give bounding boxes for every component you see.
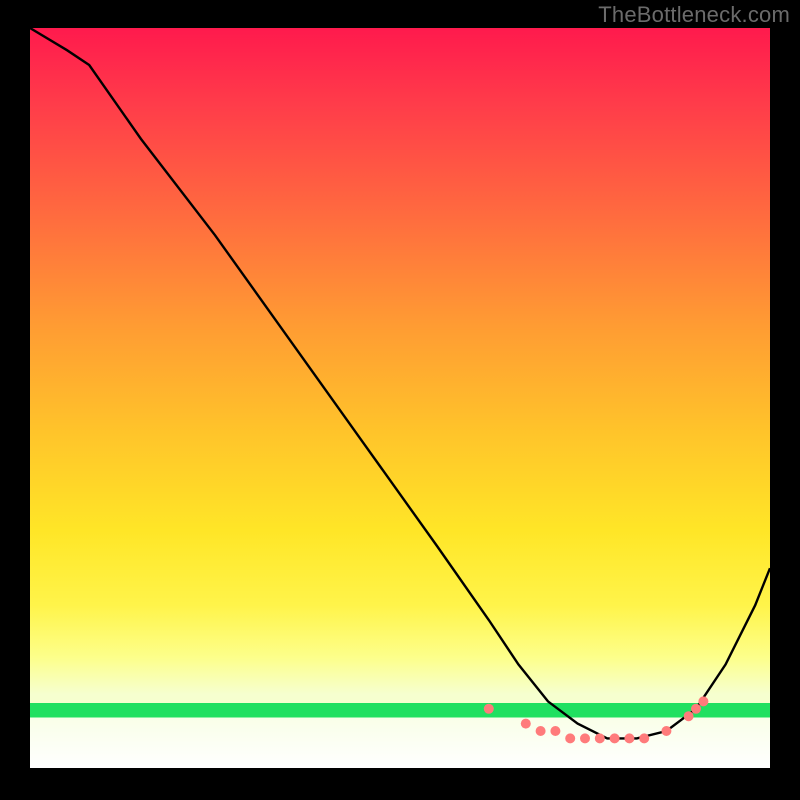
highlight-dot [565, 733, 575, 743]
highlight-dot [484, 704, 494, 714]
bottleneck-curve [30, 28, 770, 738]
highlight-dot [698, 696, 708, 706]
highlight-dot [639, 733, 649, 743]
highlight-dot [684, 711, 694, 721]
highlight-dot [624, 733, 634, 743]
watermark-text: TheBottleneck.com [598, 2, 790, 28]
highlight-dot [691, 704, 701, 714]
curve-svg [30, 28, 770, 768]
highlight-dot [661, 726, 671, 736]
highlight-dots [484, 696, 709, 743]
plot-area [30, 28, 770, 768]
highlight-dot [521, 719, 531, 729]
highlight-dot [610, 733, 620, 743]
highlight-dot [580, 733, 590, 743]
chart-frame: TheBottleneck.com [0, 0, 800, 800]
highlight-dot [595, 733, 605, 743]
highlight-dot [550, 726, 560, 736]
highlight-dot [536, 726, 546, 736]
